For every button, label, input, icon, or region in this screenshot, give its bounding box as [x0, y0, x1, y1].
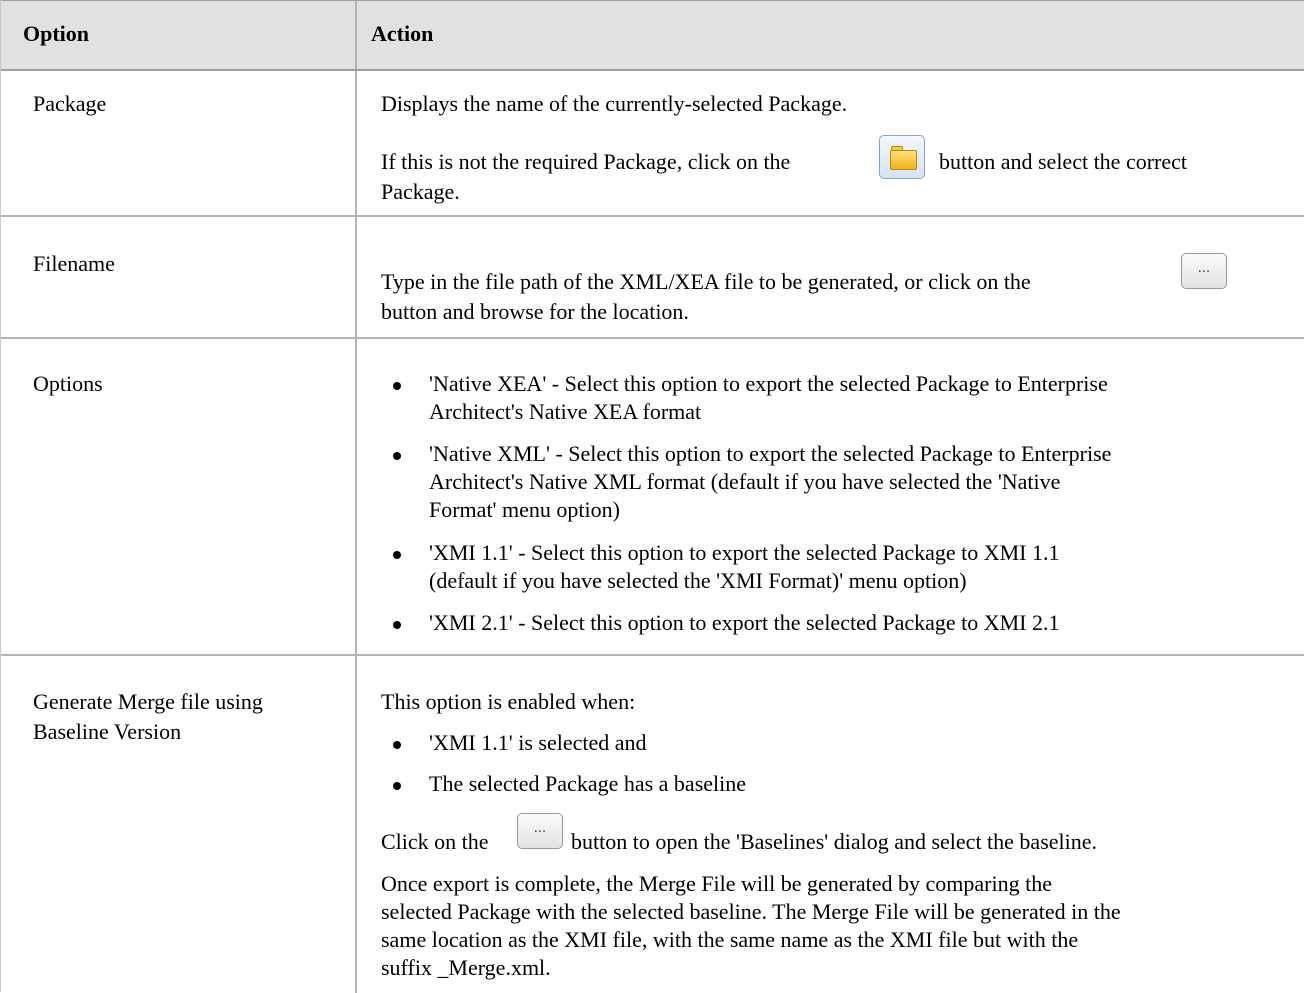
header-option-cell: Option	[1, 1, 357, 69]
options-b1l1: 'Native XEA' - Select this option to exp…	[429, 371, 1108, 396]
header-action: Action	[371, 21, 434, 46]
options-table: Option Action Package Displays the name …	[0, 0, 1304, 993]
baselines-button[interactable]: ...	[517, 813, 563, 849]
option-filename: Filename	[33, 251, 115, 276]
option-package: Package	[33, 91, 107, 116]
package-line1: Displays the name of the currently-selec…	[381, 91, 848, 116]
folder-body-shape	[890, 150, 917, 170]
header-option: Option	[23, 21, 90, 46]
options-b1l2: Architect's Native XEA format	[429, 399, 702, 424]
package-line2b: button and select the correct	[939, 149, 1188, 174]
bullet-icon	[393, 621, 401, 629]
bullet-icon	[393, 741, 401, 749]
merge-intro: This option is enabled when:	[381, 689, 636, 714]
bullet-icon	[393, 382, 401, 390]
option-options: Options	[33, 371, 103, 396]
options-b3l1: 'XMI 1.1' - Select this option to export…	[429, 540, 1060, 565]
table-header: Option Action	[1, 1, 1304, 71]
bullet-icon	[393, 782, 401, 790]
header-action-cell: Action	[357, 1, 1304, 69]
row-separator	[1, 654, 1304, 656]
merge-click-b: button to open the 'Baselines' dialog an…	[571, 829, 1098, 854]
row-separator	[1, 215, 1304, 217]
merge-click-a: Click on the	[381, 829, 489, 854]
browse-file-button[interactable]: ...	[1181, 253, 1227, 289]
options-b4l1: 'XMI 2.1' - Select this option to export…	[429, 610, 1060, 635]
option-merge-l2: Baseline Version	[33, 719, 182, 744]
merge-p2: selected Package with the selected basel…	[381, 899, 1121, 924]
merge-b1: 'XMI 1.1' is selected and	[429, 730, 647, 755]
row-separator	[1, 337, 1304, 339]
option-merge-l1: Generate Merge file using	[33, 689, 263, 714]
options-b2l2: Architect's Native XML format (default i…	[429, 469, 1061, 494]
bullet-icon	[393, 551, 401, 559]
package-line2a: If this is not the required Package, cli…	[381, 149, 791, 174]
merge-p4: suffix _Merge.xml.	[381, 955, 551, 980]
filename-line2: button and browse for the location.	[381, 299, 689, 324]
column-divider	[355, 71, 357, 993]
merge-b2: The selected Package has a baseline	[429, 771, 747, 796]
package-line3: Package.	[381, 179, 460, 204]
options-b2l3: Format' menu option)	[429, 497, 620, 522]
folder-browse-icon[interactable]	[879, 135, 925, 179]
merge-p3: same location as the XMI file, with the …	[381, 927, 1079, 952]
options-b3l2: (default if you have selected the 'XMI F…	[429, 568, 967, 593]
bullet-icon	[393, 452, 401, 460]
merge-p1: Once export is complete, the Merge File …	[381, 871, 1052, 896]
options-b2l1: 'Native XML' - Select this option to exp…	[429, 441, 1112, 466]
filename-line1: Type in the file path of the XML/XEA fil…	[381, 269, 1031, 294]
